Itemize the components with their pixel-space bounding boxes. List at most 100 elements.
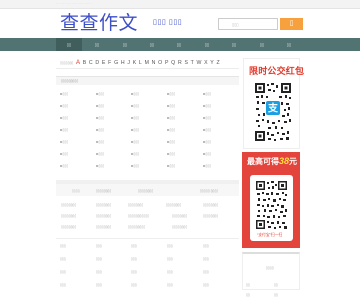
alphabet-letter[interactable]: G — [114, 60, 118, 66]
right-panel-link[interactable]: ▯▯ — [274, 293, 278, 297]
alphabet-letter[interactable]: F — [108, 60, 111, 66]
category-link[interactable]: ▯▯▯ — [60, 92, 68, 96]
category-link[interactable]: ▯▯▯ — [203, 164, 211, 168]
category-link[interactable]: ▯▯▯ — [203, 128, 211, 132]
category-link[interactable]: ▯▯▯ — [203, 140, 211, 144]
hot-tag-link[interactable]: ▯▯▯▯▯▯▯▯ — [166, 203, 181, 207]
hot-tag-link[interactable]: ▯▯▯▯▯▯▯▯ — [61, 214, 76, 218]
nav-item-7[interactable]: ▯▯ — [249, 38, 275, 51]
right-panel-link[interactable]: ▯▯ — [274, 283, 278, 287]
search-input[interactable]: ▯▯▯ — [218, 18, 278, 30]
nav-item-1[interactable]: ▯▯ — [84, 38, 110, 51]
category-link[interactable]: ▯▯▯ — [167, 92, 175, 96]
category-link[interactable]: ▯▯▯ — [131, 152, 139, 156]
category-link[interactable]: ▯▯▯ — [60, 140, 68, 144]
nav-item-2[interactable]: ▯▯ — [112, 38, 138, 51]
nav-item-6[interactable]: ▯▯ — [221, 38, 247, 51]
alphabet-letter[interactable]: W — [197, 60, 202, 66]
list-item[interactable]: ▯▯▯ — [60, 283, 66, 287]
hot-tag-link[interactable]: ▯▯▯▯▯▯▯▯ — [96, 189, 111, 193]
hot-tag-link[interactable]: ▯▯▯▯▯▯▯▯ — [128, 203, 143, 207]
hot-tag-link[interactable]: ▯▯▯▯▯▯▯▯▯ — [128, 225, 145, 229]
category-link[interactable]: ▯▯▯ — [131, 140, 139, 144]
alphabet-letter[interactable]: J — [127, 60, 130, 66]
alphabet-letter[interactable]: S — [184, 60, 187, 66]
category-link[interactable]: ▯▯▯ — [96, 152, 104, 156]
hot-tag-link[interactable]: ▯▯▯▯▯▯▯▯ — [203, 203, 218, 207]
category-link[interactable]: ▯▯▯ — [203, 116, 211, 120]
alphabet-letter[interactable]: K — [133, 60, 136, 66]
hot-tag-link[interactable]: ▯▯▯▯▯▯▯▯ — [203, 214, 218, 218]
category-link[interactable]: ▯▯▯ — [60, 116, 68, 120]
category-link[interactable]: ▯▯▯ — [167, 128, 175, 132]
nav-item-home[interactable]: ▯▯ — [56, 38, 82, 51]
alphabet-letter[interactable]: D — [95, 60, 99, 66]
list-item[interactable]: ▯▯▯ — [96, 270, 102, 274]
right-panel-link[interactable]: ▯▯ — [246, 283, 250, 287]
alphabet-letter[interactable]: X — [204, 60, 207, 66]
category-link[interactable]: ▯▯▯ — [203, 104, 211, 108]
nav-item-5[interactable]: ▯▯ — [194, 38, 220, 51]
list-item[interactable]: ▯▯▯ — [203, 283, 209, 287]
alphabet-letter[interactable]: E — [102, 60, 105, 66]
category-link[interactable]: ▯▯▯ — [60, 152, 68, 156]
hot-tag-link[interactable]: ▯▯▯▯▯▯▯▯ — [96, 225, 111, 229]
category-link[interactable]: ▯▯▯ — [131, 128, 139, 132]
category-link[interactable]: ▯▯▯ — [60, 104, 68, 108]
right-panel-link[interactable]: ▯▯ — [246, 293, 250, 297]
alphabet-letter[interactable]: C — [89, 60, 93, 66]
list-item[interactable]: ▯▯▯ — [96, 244, 102, 248]
category-link[interactable]: ▯▯▯ — [167, 116, 175, 120]
list-item[interactable]: ▯▯▯ — [167, 257, 173, 261]
alphabet-letter[interactable]: R — [178, 60, 182, 66]
category-link[interactable]: ▯▯▯ — [131, 164, 139, 168]
category-link[interactable]: ▯▯▯ — [203, 92, 211, 96]
list-item[interactable]: ▯▯▯ — [60, 257, 66, 261]
category-link[interactable]: ▯▯▯ — [96, 92, 104, 96]
category-link[interactable]: ▯▯▯ — [203, 152, 211, 156]
hot-tag-link[interactable]: ▯▯▯▯▯▯▯▯ — [61, 225, 76, 229]
list-item[interactable]: ▯▯▯ — [131, 257, 137, 261]
category-link[interactable]: ▯▯▯ — [96, 128, 104, 132]
list-item[interactable]: ▯▯▯ — [167, 270, 173, 274]
list-item[interactable]: ▯▯▯ — [167, 244, 173, 248]
hot-tag-link[interactable]: ▯▯▯▯▯▯▯▯ — [172, 214, 187, 218]
list-item[interactable]: ▯▯▯ — [96, 257, 102, 261]
category-link[interactable]: ▯▯▯ — [96, 116, 104, 120]
list-item[interactable]: ▯▯▯ — [167, 283, 173, 287]
alphabet-letter[interactable]: Y — [210, 60, 213, 66]
category-link[interactable]: ▯▯▯ — [131, 116, 139, 120]
category-link[interactable]: ▯▯▯ — [167, 140, 175, 144]
nav-item-4[interactable]: ▯▯ — [166, 38, 192, 51]
category-link[interactable]: ▯▯▯ — [60, 164, 68, 168]
list-item[interactable]: ▯▯▯ — [203, 270, 209, 274]
nav-item-8[interactable]: ▯▯ — [276, 38, 302, 51]
category-link[interactable]: ▯▯▯ — [131, 92, 139, 96]
category-link[interactable]: ▯▯▯ — [60, 128, 68, 132]
alphabet-letter-a[interactable]: A — [76, 60, 80, 66]
category-link[interactable]: ▯▯▯ — [167, 104, 175, 108]
list-item[interactable]: ▯▯▯ — [203, 244, 209, 248]
nav-item-3[interactable]: ▯▯ — [139, 38, 165, 51]
alphabet-letter[interactable]: T — [191, 60, 194, 66]
alphabet-letter[interactable]: P — [165, 60, 168, 66]
category-link[interactable]: ▯▯▯ — [167, 164, 175, 168]
category-link[interactable]: ▯▯▯ — [167, 152, 175, 156]
search-button[interactable]: ▯ — [280, 18, 303, 30]
category-link[interactable]: ▯▯▯ — [96, 104, 104, 108]
alphabet-letter[interactable]: Q — [171, 60, 175, 66]
list-item[interactable]: ▯▯▯ — [131, 244, 137, 248]
alphabet-letter[interactable]: O — [158, 60, 162, 66]
site-logo[interactable]: 查查作文 — [60, 12, 138, 34]
list-item[interactable]: ▯▯▯ — [203, 257, 209, 261]
category-link[interactable]: ▯▯▯ — [96, 164, 104, 168]
category-link[interactable]: ▯▯▯ — [131, 104, 139, 108]
list-item[interactable]: ▯▯▯ — [60, 270, 66, 274]
hot-tag-link[interactable]: ▯▯▯▯▯▯▯▯ — [96, 214, 111, 218]
alphabet-letter[interactable]: H — [121, 60, 125, 66]
hot-tag-link[interactable]: ▯▯▯▯▯ ▯▯▯▯ — [200, 189, 218, 193]
list-item[interactable]: ▯▯▯ — [131, 270, 137, 274]
alphabet-letter[interactable]: Z — [217, 60, 220, 66]
hot-tag-link[interactable]: ▯▯▯▯▯▯▯▯ — [172, 225, 187, 229]
hot-tag-link[interactable]: ▯▯▯▯▯▯▯▯ — [61, 203, 76, 207]
